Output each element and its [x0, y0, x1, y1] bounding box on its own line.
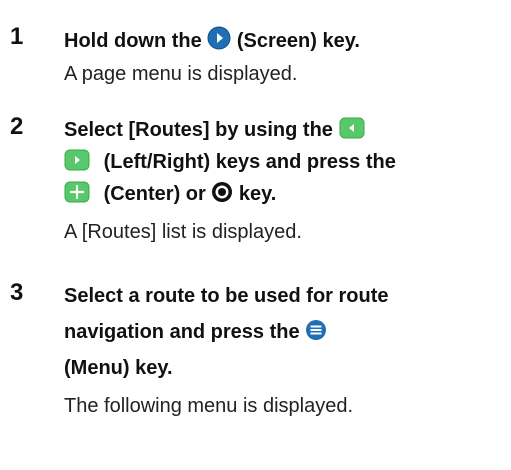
step-instruction-line-2: navigation and press the: [64, 318, 327, 346]
menu-key-icon: [305, 319, 327, 341]
instruction-text: key.: [238, 183, 277, 205]
step-number: 2: [10, 113, 24, 140]
step-result: A [Routes] list is displayed.: [64, 221, 302, 243]
instruction-text: (Center) or: [103, 183, 206, 205]
step-number: 3: [10, 279, 24, 306]
step-instruction-line-3: (Center) or key.: [64, 180, 276, 208]
step-instruction-line-2: (Left/Right) keys and press the: [64, 148, 396, 176]
step-number: 1: [10, 23, 24, 50]
instruction-text: Hold down the: [64, 30, 202, 52]
right-key-icon: [64, 149, 90, 171]
instruction-text: navigation and press the: [64, 321, 300, 343]
center-key-icon: [64, 181, 90, 203]
step-instruction: Hold down the (Screen) key.: [64, 26, 360, 55]
step-instruction-line-3: (Menu) key.: [64, 357, 173, 379]
left-key-icon: [339, 117, 365, 139]
enter-key-icon: [211, 181, 233, 203]
step-instruction-line-1: Select [Routes] by using the: [64, 116, 365, 144]
step-result: The following menu is displayed.: [64, 395, 354, 417]
screen-key-icon: [207, 26, 231, 50]
instruction-text: (Left/Right) keys and press the: [103, 151, 396, 173]
instruction-text: (Screen) key.: [236, 30, 360, 52]
step-result: A page menu is displayed.: [64, 63, 298, 85]
instruction-text: Select [Routes] by using the: [64, 119, 333, 141]
step-instruction-line-1: Select a route to be used for route: [64, 285, 389, 307]
